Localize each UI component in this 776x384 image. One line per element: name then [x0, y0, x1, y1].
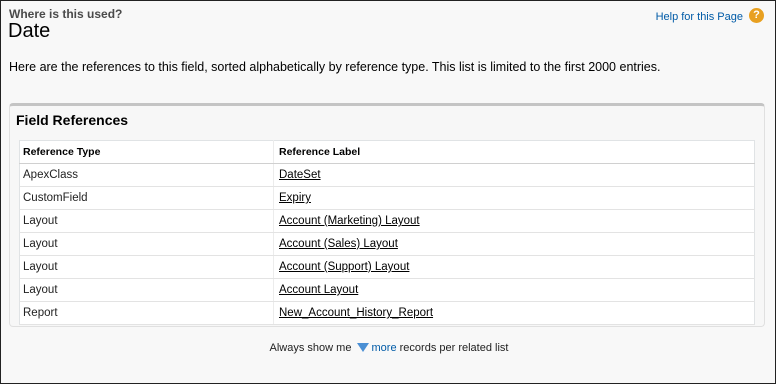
- table-row: ApexClass DateSet: [19, 163, 755, 187]
- reference-type-cell: Layout: [19, 255, 274, 279]
- column-header-reference-label: Reference Label: [273, 140, 755, 164]
- references-table: Reference Type Reference Label ApexClass…: [19, 140, 755, 325]
- reference-type-cell: Report: [19, 301, 274, 325]
- table-row: Layout Account (Support) Layout: [19, 255, 755, 279]
- reference-label-link[interactable]: Expiry: [279, 192, 311, 204]
- reference-label-cell: Account (Support) Layout: [273, 255, 755, 279]
- reference-label-cell: Account (Marketing) Layout: [273, 209, 755, 233]
- table-header-row: Reference Type Reference Label: [19, 140, 755, 164]
- table-row: Layout Account (Marketing) Layout: [19, 209, 755, 233]
- column-header-reference-type: Reference Type: [19, 140, 274, 164]
- reference-label-link[interactable]: Account Layout: [279, 284, 358, 296]
- table-row: CustomField Expiry: [19, 186, 755, 210]
- reference-label-link[interactable]: Account (Support) Layout: [279, 261, 409, 273]
- reference-label-cell: New_Account_History_Report: [273, 301, 755, 325]
- show-more-link[interactable]: more: [372, 342, 397, 354]
- triangle-down-icon[interactable]: [356, 343, 369, 352]
- table-row: Layout Account (Sales) Layout: [19, 232, 755, 256]
- table-row: Report New_Account_History_Report: [19, 301, 755, 325]
- field-references-panel: Field References Reference Type Referenc…: [9, 103, 765, 327]
- footer-suffix-text: records per related list: [399, 342, 509, 354]
- reference-type-cell: ApexClass: [19, 163, 274, 187]
- page-description: Here are the references to this field, s…: [9, 60, 661, 74]
- reference-label-link[interactable]: Account (Sales) Layout: [279, 238, 398, 250]
- panel-title: Field References: [16, 112, 129, 128]
- reference-label-link[interactable]: New_Account_History_Report: [279, 307, 433, 319]
- reference-label-cell: DateSet: [273, 163, 755, 187]
- reference-label-link[interactable]: Account (Marketing) Layout: [279, 215, 420, 227]
- page-subtitle: Where is this used?: [9, 7, 123, 21]
- reference-type-cell: CustomField: [19, 186, 274, 210]
- show-more-footer: Always show me more records per related …: [1, 342, 776, 354]
- page-frame: Where is this used? Date Help for this P…: [0, 0, 776, 384]
- help-link[interactable]: Help for this Page: [656, 11, 743, 23]
- reference-label-link[interactable]: DateSet: [279, 169, 321, 181]
- question-icon[interactable]: ?: [749, 8, 764, 23]
- reference-type-cell: Layout: [19, 278, 274, 302]
- table-row: Layout Account Layout: [19, 278, 755, 302]
- reference-type-cell: Layout: [19, 232, 274, 256]
- reference-label-cell: Account Layout: [273, 278, 755, 302]
- page-title: Date: [8, 20, 51, 42]
- reference-label-cell: Account (Sales) Layout: [273, 232, 755, 256]
- reference-type-cell: Layout: [19, 209, 274, 233]
- reference-label-cell: Expiry: [273, 186, 755, 210]
- footer-prefix-text: Always show me: [269, 342, 352, 354]
